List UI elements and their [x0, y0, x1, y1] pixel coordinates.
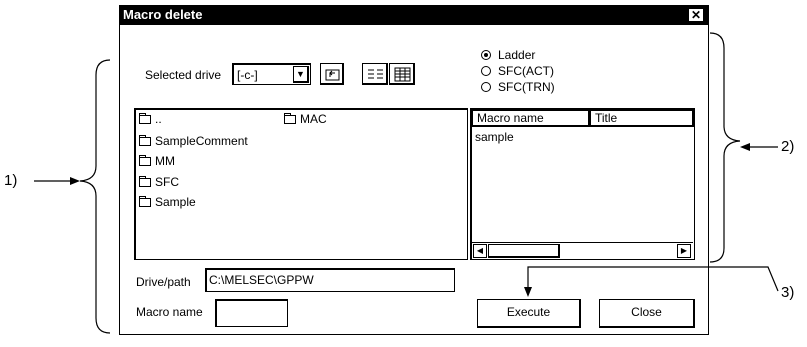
callout-2-label: 2)	[781, 138, 795, 155]
arrow-three	[527, 266, 779, 292]
callout-3-label: 3)	[781, 284, 795, 301]
left-brace	[79, 59, 111, 334]
right-brace	[709, 32, 741, 263]
callout-1-label: 1)	[4, 172, 18, 189]
annotation-overlay	[34, 32, 779, 334]
